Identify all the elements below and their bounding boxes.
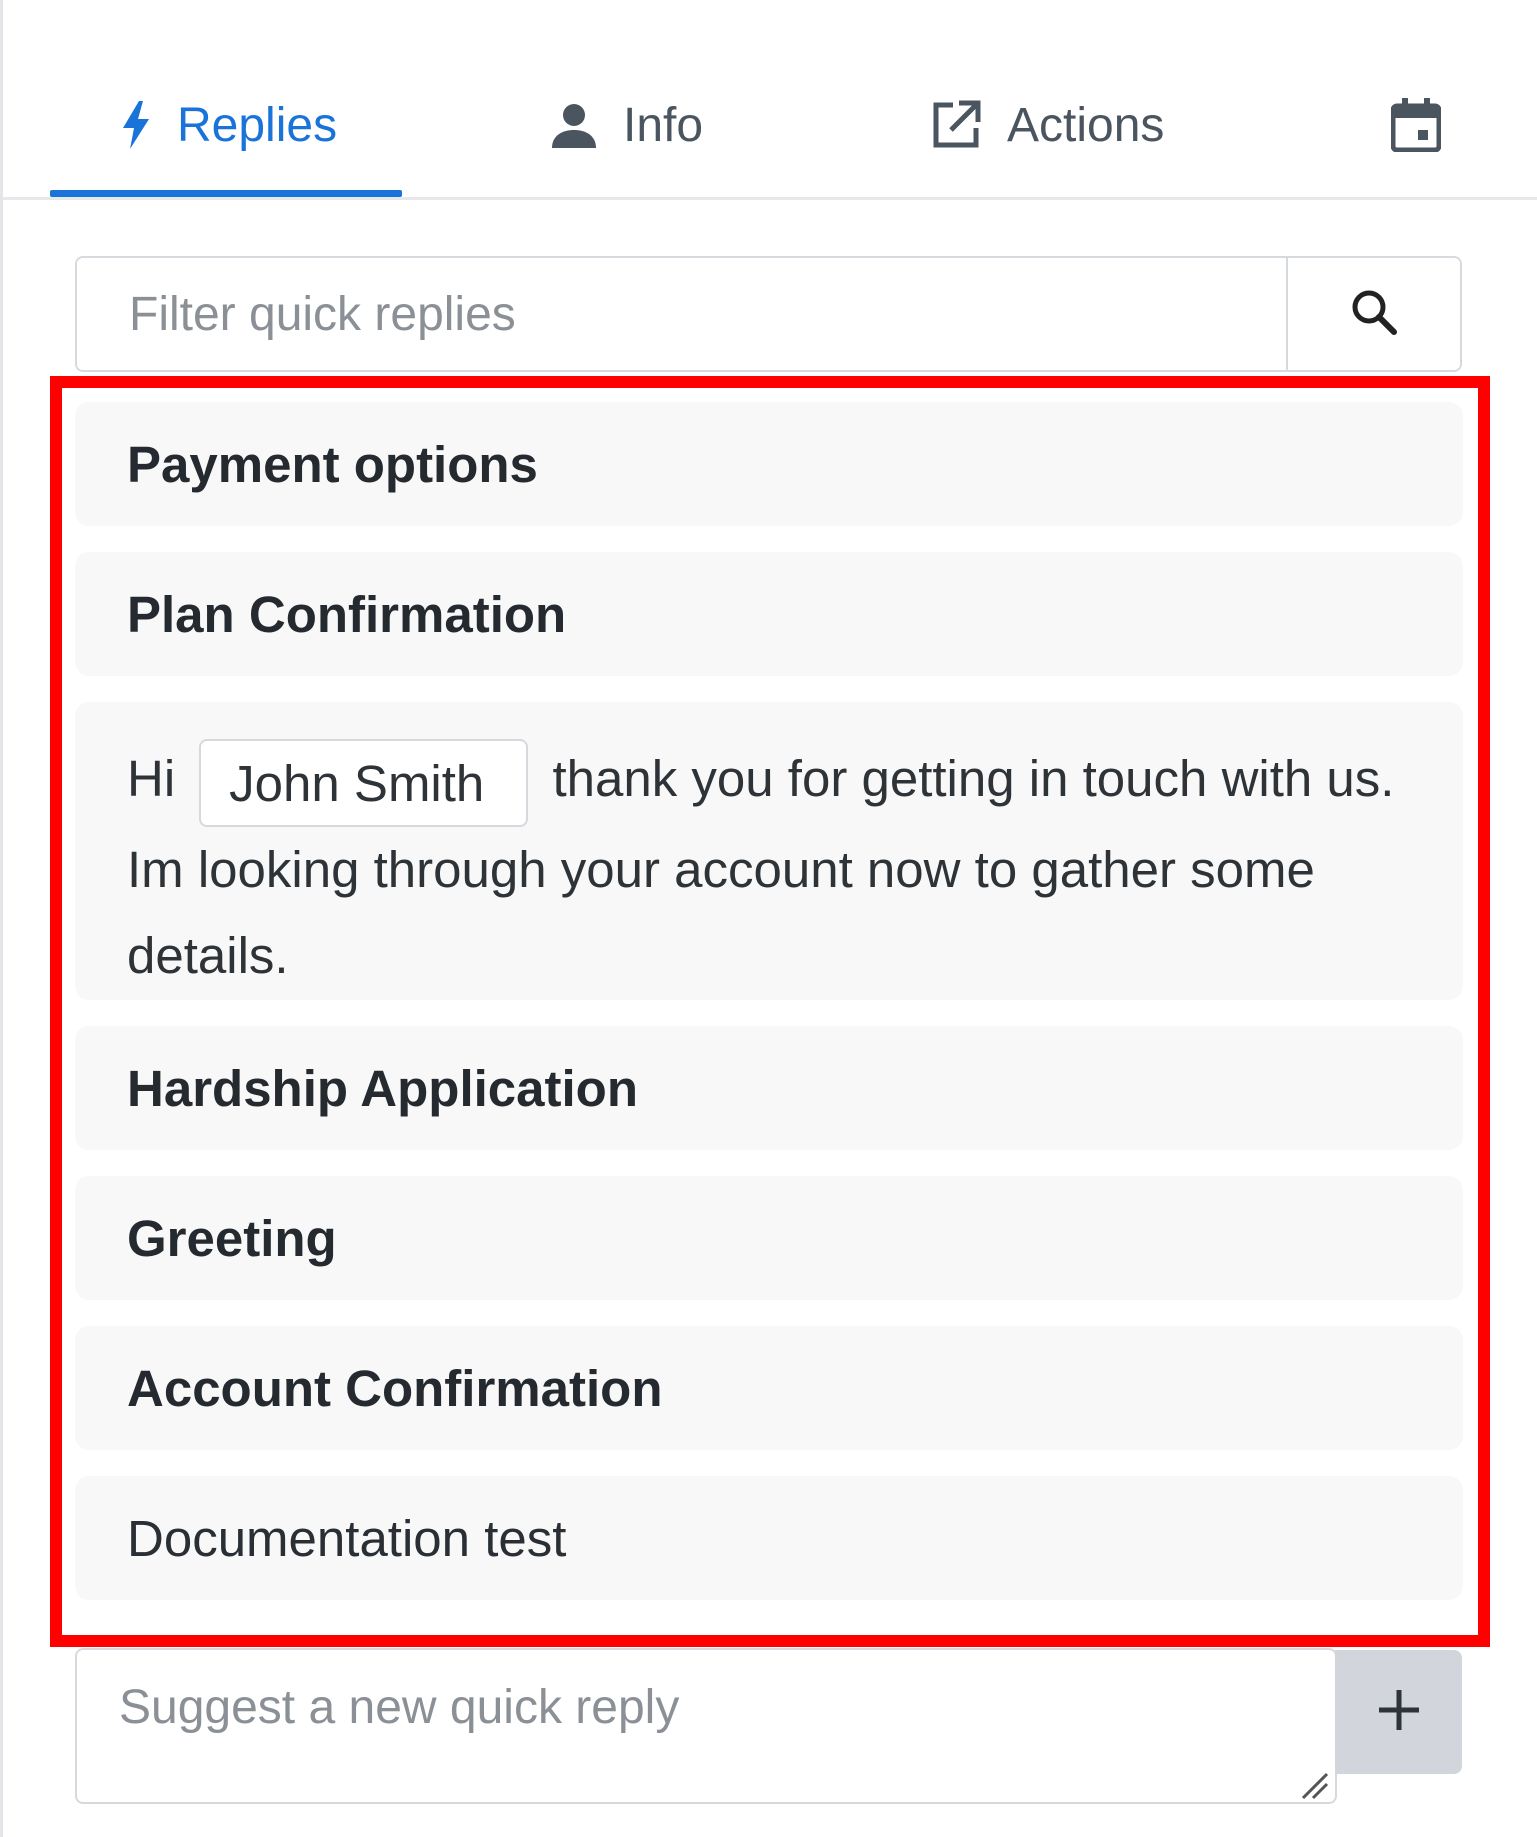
filter-box — [75, 256, 1462, 372]
tab-replies-label: Replies — [177, 98, 338, 152]
tab-replies[interactable]: Replies — [121, 80, 337, 170]
tab-actions[interactable]: Actions — [931, 80, 1164, 170]
tab-info[interactable]: Info — [551, 80, 703, 170]
quick-reply-item[interactable]: Payment options — [75, 402, 1463, 526]
quick-reply-item[interactable]: Greeting — [75, 1176, 1463, 1300]
quick-reply-item[interactable]: Account Confirmation — [75, 1326, 1463, 1450]
filter-input[interactable] — [77, 258, 1286, 370]
person-icon — [551, 102, 597, 148]
quick-reply-title: Documentation test — [127, 1509, 567, 1567]
quick-reply-preview[interactable]: Hi John Smith thank you for getting in to… — [75, 702, 1463, 1000]
quick-reply-title: Hardship Application — [127, 1059, 638, 1117]
quick-reply-item[interactable]: Plan Confirmation — [75, 552, 1463, 676]
quick-reply-list: Payment options Plan Confirmation Hi John… — [75, 402, 1463, 1626]
quick-reply-title: Account Confirmation — [127, 1359, 663, 1417]
preview-greeting: Hi — [127, 750, 176, 807]
add-suggestion-button[interactable] — [1335, 1650, 1462, 1774]
lightning-icon — [121, 101, 151, 149]
tab-calendar[interactable] — [1391, 80, 1467, 170]
search-icon — [1350, 288, 1398, 341]
quick-reply-title: Plan Confirmation — [127, 585, 567, 643]
quick-reply-item[interactable]: Documentation test — [75, 1476, 1463, 1600]
calendar-icon — [1391, 98, 1441, 152]
quick-reply-item[interactable]: Hardship Application — [75, 1026, 1463, 1150]
customer-name-token[interactable]: John Smith — [199, 738, 529, 827]
suggest-reply-input[interactable] — [75, 1648, 1337, 1804]
plus-icon — [1377, 1688, 1421, 1737]
quick-reply-title: Payment options — [127, 435, 538, 493]
active-tab-indicator — [50, 190, 402, 197]
tab-info-label: Info — [623, 98, 704, 152]
side-panel: Replies Info Actions Filter quick replie… — [0, 0, 1537, 1837]
tab-actions-label: Actions — [1007, 98, 1165, 152]
quick-reply-title: Greeting — [127, 1209, 337, 1267]
resize-handle-icon[interactable] — [1299, 1770, 1329, 1800]
tab-bar: Replies Info Actions — [3, 0, 1537, 200]
external-link-icon — [931, 100, 981, 150]
search-button[interactable] — [1286, 258, 1460, 370]
